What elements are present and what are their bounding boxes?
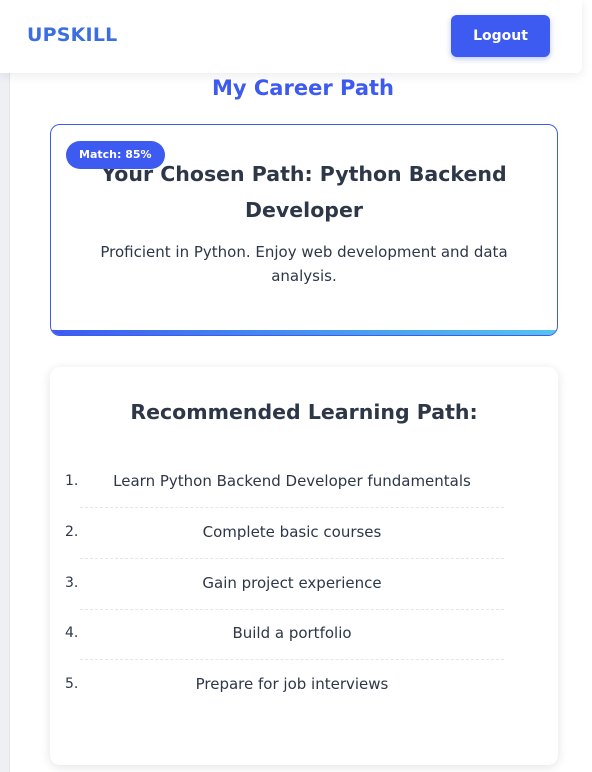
learning-step: 3. Gain project experience [50, 571, 558, 621]
logo[interactable]: UPSKILL [27, 24, 117, 46]
learning-step: 1. Learn Python Backend Developer fundam… [50, 469, 558, 519]
step-text: Complete basic courses [202, 523, 382, 541]
top-navbar: UPSKILL Logout [0, 0, 582, 73]
page: UPSKILL Logout My Career Path Match: 85%… [0, 0, 592, 772]
logout-button[interactable]: Logout [451, 15, 550, 57]
match-badge: Match: 85% [66, 141, 165, 169]
step-text: Learn Python Backend Developer fundament… [113, 472, 471, 490]
learning-path-title: Recommended Learning Path: [130, 400, 478, 424]
card-gradient-bar [51, 330, 557, 335]
left-scroll-strip [0, 0, 10, 772]
learning-step: 4. Build a portfolio [50, 621, 558, 671]
step-text: Prepare for job interviews [195, 675, 389, 693]
page-title: My Career Path [212, 76, 394, 100]
step-divider [80, 609, 504, 610]
learning-step: 2. Complete basic courses [50, 520, 558, 570]
learning-step: 5. Prepare for job interviews [50, 672, 558, 722]
step-text: Gain project experience [202, 574, 382, 592]
step-divider [80, 558, 504, 559]
step-text: Build a portfolio [232, 624, 352, 642]
chosen-path-description: Proficient in Python. Enjoy web developm… [100, 243, 508, 285]
step-divider [80, 507, 504, 508]
step-divider [80, 659, 504, 660]
